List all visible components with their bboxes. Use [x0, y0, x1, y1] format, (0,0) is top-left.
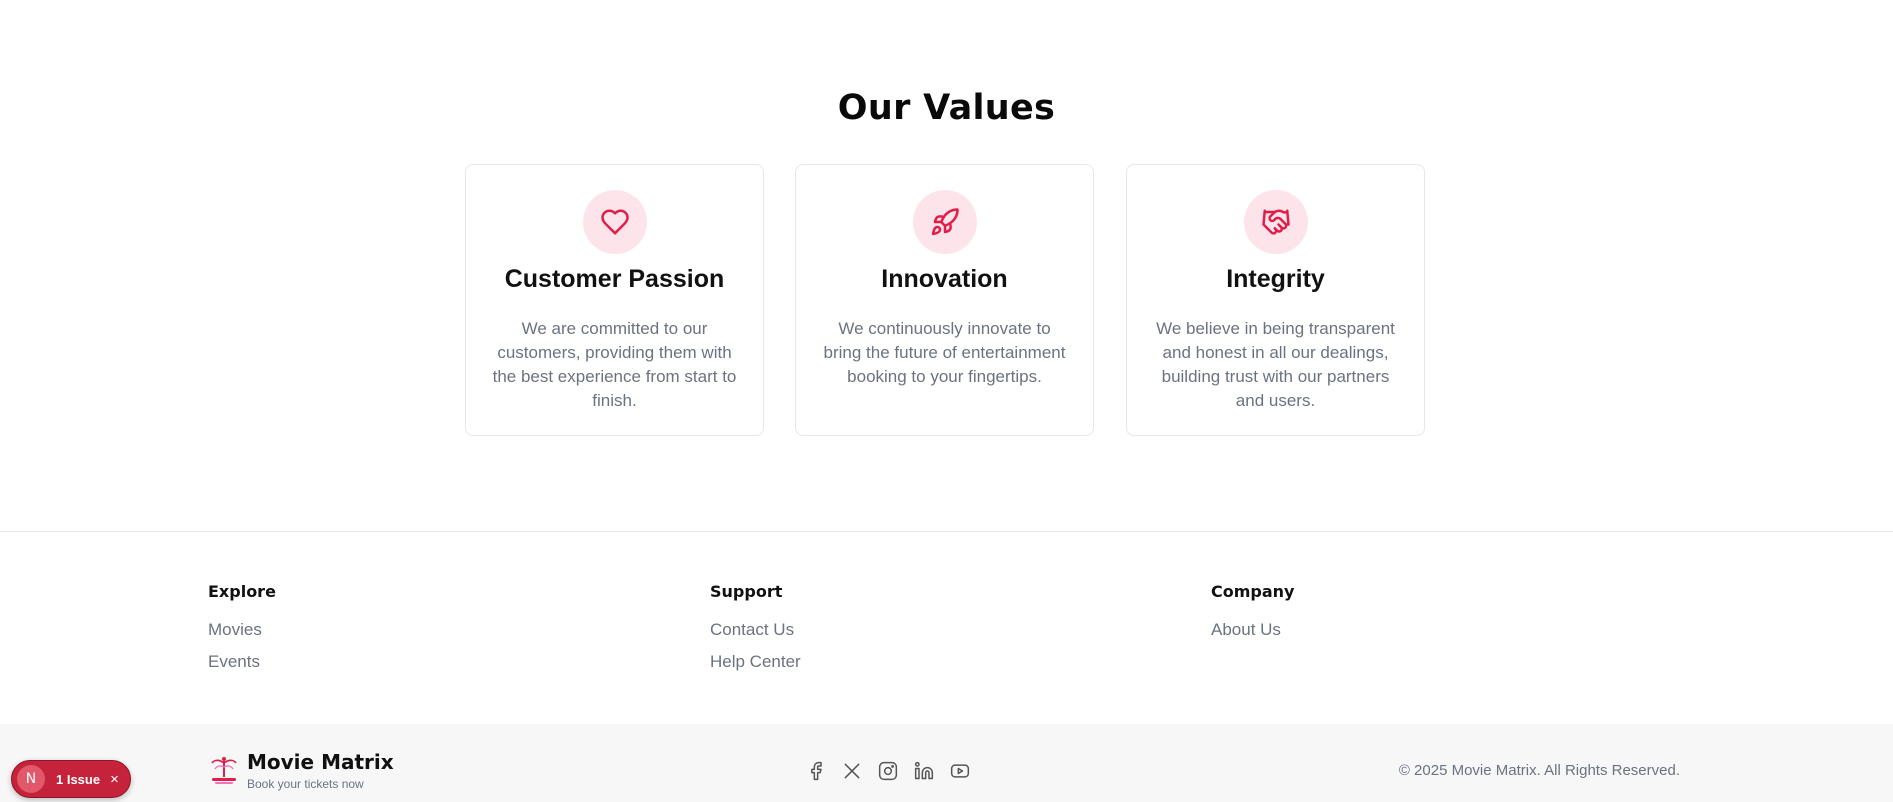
- value-card-integrity: Integrity We believe in being transparen…: [1126, 164, 1425, 436]
- value-card-title: Innovation: [881, 265, 1008, 293]
- footer-bottom-bar: Movie Matrix Book your tickets now © 202…: [0, 724, 1893, 802]
- footer-link-about-us[interactable]: About Us: [1211, 620, 1294, 640]
- movie-matrix-logo-icon: [211, 757, 237, 784]
- values-title: Our Values: [837, 88, 1056, 128]
- brand[interactable]: Movie Matrix Book your tickets now: [209, 751, 394, 791]
- footer-link-movies[interactable]: Movies: [208, 620, 276, 640]
- heart-icon: [582, 190, 647, 254]
- footer-heading: Company: [1211, 582, 1295, 601]
- value-card-title: Customer Passion: [504, 265, 725, 293]
- social-links: [805, 760, 971, 782]
- value-card-customer-passion: Customer Passion We are committed to our…: [465, 164, 764, 436]
- rocket-icon: [912, 190, 977, 254]
- dev-issues-badge[interactable]: N 1 Issue ×: [11, 760, 131, 798]
- footer-link-help-center[interactable]: Help Center: [710, 652, 801, 672]
- footer-link-events[interactable]: Events: [208, 652, 276, 672]
- value-card-innovation: Innovation We continuously innovate to b…: [795, 164, 1094, 436]
- value-card-text: We continuously innovate to bring the fu…: [823, 319, 1066, 386]
- brand-tagline: Book your tickets now: [247, 777, 364, 791]
- footer-divider: [0, 531, 1893, 532]
- value-card-text: We are committed to our customers, provi…: [492, 319, 737, 410]
- value-card-title: Integrity: [1226, 265, 1325, 293]
- issue-count-label: 1 Issue: [56, 771, 101, 787]
- footer-column-company: Company About Us: [1211, 582, 1294, 652]
- youtube-icon[interactable]: [949, 760, 971, 782]
- footer-column-explore: Explore Movies Events: [208, 582, 276, 684]
- next-logo-icon: N: [17, 765, 45, 793]
- copyright-text: © 2025 Movie Matrix. All Rights Reserved…: [1398, 762, 1680, 779]
- instagram-icon[interactable]: [877, 760, 899, 782]
- x-icon[interactable]: [841, 760, 863, 782]
- close-icon[interactable]: ×: [110, 771, 119, 788]
- footer-heading: Explore: [208, 582, 276, 601]
- brand-name: Movie Matrix: [247, 750, 394, 774]
- facebook-icon[interactable]: [805, 760, 827, 782]
- linkedin-icon[interactable]: [913, 760, 935, 782]
- value-card-text: We believe in being transparent and hone…: [1156, 319, 1395, 410]
- footer-column-support: Support Contact Us Help Center: [710, 582, 801, 684]
- footer-heading: Support: [710, 582, 783, 601]
- handshake-icon: [1243, 190, 1308, 254]
- footer-link-contact-us[interactable]: Contact Us: [710, 620, 801, 640]
